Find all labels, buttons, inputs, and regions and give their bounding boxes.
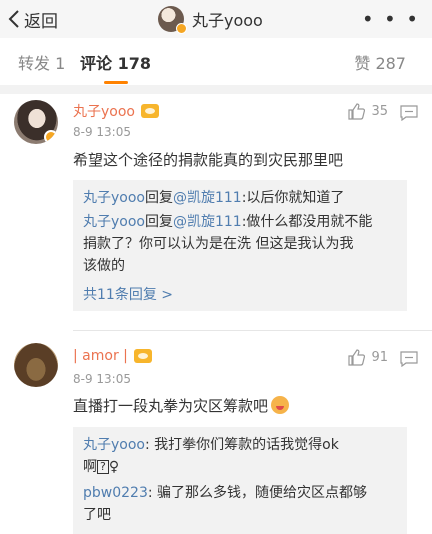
thumbs-up-icon (348, 349, 366, 366)
reply-text: : 骗了那么多钱，随便给灾区点都够 (147, 485, 368, 501)
comment-text: 直播打一段丸拳为灾区筹款吧 (73, 395, 290, 416)
more-options-icon[interactable]: • • • (362, 4, 420, 34)
comment-text: 希望这个途径的捐款能真的到灾民那里吧 (73, 151, 344, 169)
comment-username[interactable]: 丸子yooo (73, 101, 159, 121)
verified-badge-icon (44, 130, 58, 144)
comment-username[interactable]: | amor | (73, 348, 152, 364)
chevron-left-icon (8, 10, 19, 28)
section-gap (0, 85, 432, 94)
username-text: 丸子yooo (73, 104, 135, 120)
reply-box: 丸子yooo回复@凯旋111:以后你就知道了 丸子yooo回复@凯旋111:做什… (73, 180, 407, 311)
tongue-emoji-icon (271, 396, 290, 414)
comment-time: 8-9 13:05 (73, 372, 131, 386)
page-title: 丸子yooo (158, 2, 263, 36)
reply-text: : 我打拳你们筹款的话我觉得ok (144, 437, 339, 453)
question-box-emoji: ? (97, 460, 109, 474)
verified-badge-icon (176, 23, 187, 34)
thumbs-up-icon (348, 103, 366, 120)
tab-like[interactable]: 赞 287 (354, 38, 406, 85)
top-nav-bar: 返回 丸子yooo • • • (0, 0, 432, 38)
avatar[interactable] (14, 343, 58, 387)
comment-time: 8-9 13:05 (73, 125, 131, 139)
reply-user[interactable]: 丸子yooo (83, 190, 145, 206)
like-count: 91 (371, 350, 388, 365)
reply-user[interactable]: 丸子yooo (83, 214, 145, 230)
back-label: 返回 (24, 11, 58, 32)
reply-text: :以后你就知道了 (241, 190, 345, 206)
member-crown-icon (140, 104, 159, 118)
female-sign-emoji: ♀ (108, 459, 120, 475)
reply-item[interactable]: 丸子yooo回复@凯旋111:以后你就知道了 (83, 187, 399, 209)
reply-text: :做什么都没用就不能 (241, 214, 373, 230)
reply-user[interactable]: 丸子yooo (83, 437, 145, 453)
reply-item[interactable]: pbw0223: 骗了那么多钱，随便给灾区点都够 了吧 (83, 482, 399, 526)
reply-user[interactable]: pbw0223 (83, 485, 148, 501)
reply-item[interactable]: 丸子yooo回复@凯旋111:做什么都没用就不能 捐款了？你可以认为是在洗 但这… (83, 211, 399, 277)
member-crown-icon (133, 349, 152, 363)
reply-text: 了吧 (83, 507, 111, 523)
reply-mention[interactable]: @凯旋111 (173, 190, 242, 206)
title-text: 丸子yooo (192, 11, 263, 30)
comment-reply-icon[interactable] (400, 105, 418, 121)
view-all-replies-link[interactable]: 共11条回复 > (83, 284, 173, 304)
like-button[interactable]: 35 (348, 103, 388, 120)
reply-mention[interactable]: @凯旋111 (173, 214, 242, 230)
reply-word: 回复 (144, 190, 173, 206)
username-text: | amor | (73, 348, 128, 364)
reply-text: 捐款了？你可以认为是在洗 但这是我认为我 (83, 236, 354, 252)
comment-item: | amor | 8-9 13:05 直播打一段丸拳为灾区筹款吧 91 丸子yo… (0, 331, 432, 534)
reply-text: 啊 (83, 459, 97, 475)
comment-reply-icon[interactable] (400, 351, 418, 367)
tab-repost[interactable]: 转发 1 (18, 38, 65, 85)
comment-text-content: 直播打一段丸拳为灾区筹款吧 (73, 397, 269, 415)
tab-bar: 转发 1 评论 178 赞 287 (0, 38, 432, 85)
like-button[interactable]: 91 (348, 349, 388, 366)
like-count: 35 (371, 104, 388, 119)
comment-item: 丸子yooo 8-9 13:05 希望这个途径的捐款能真的到灾民那里吧 35 丸… (0, 94, 432, 330)
active-tab-indicator (104, 81, 128, 84)
reply-word: 回复 (144, 214, 173, 230)
title-avatar (158, 6, 187, 34)
avatar[interactable] (14, 100, 58, 144)
reply-box: 丸子yooo: 我打拳你们筹款的话我觉得ok 啊? ♀ pbw0223: 骗了那么… (73, 427, 407, 534)
tab-comment-label: 评论 178 (80, 53, 151, 73)
reply-item[interactable]: 丸子yooo: 我打拳你们筹款的话我觉得ok 啊? ♀ (83, 434, 399, 478)
back-button[interactable]: 返回 (8, 4, 58, 34)
reply-text: 该做的 (83, 258, 125, 274)
